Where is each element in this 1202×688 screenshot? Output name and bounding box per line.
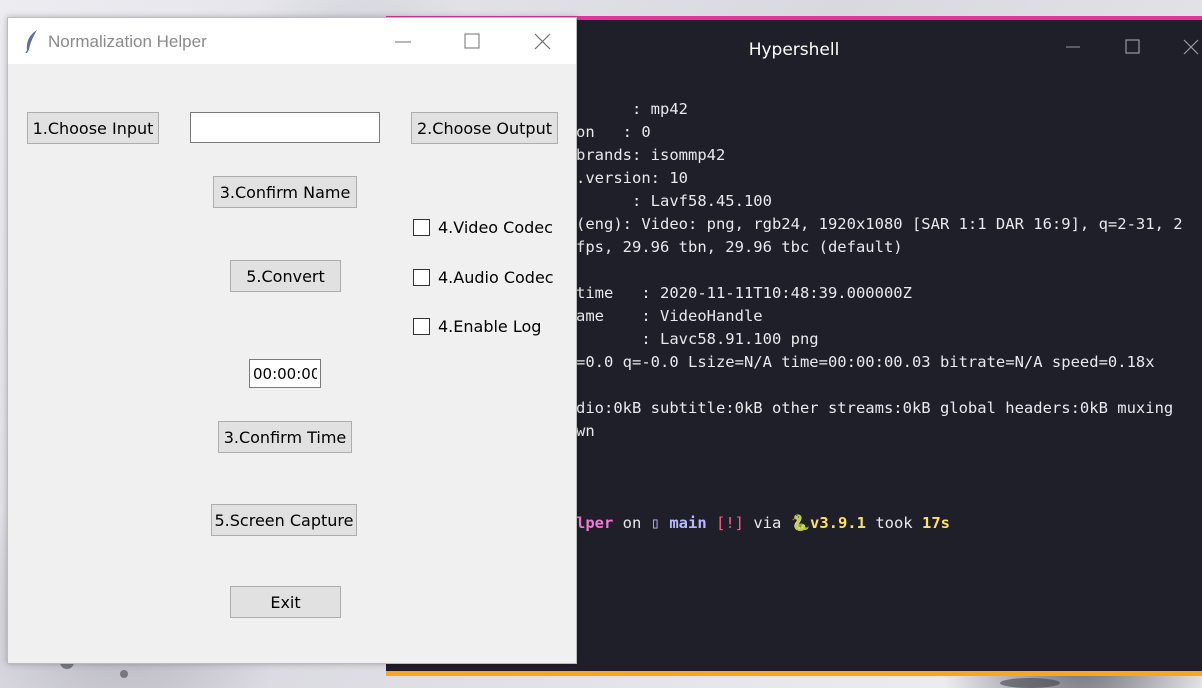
video-codec-label: 4.Video Codec [438,218,553,237]
choose-output-button[interactable]: 2.Choose Output [411,112,558,144]
prompt-duration: 17s [921,514,950,532]
python-icon: 🐍 [790,514,810,532]
checkbox-box[interactable] [413,219,430,236]
enable-log-label: 4.Enable Log [438,317,542,336]
checkbox-box[interactable] [413,269,430,286]
exit-button[interactable]: Exit [230,586,341,618]
terminal-line: : Lavc58.91.100 png [576,330,819,348]
prompt-via-text: via [744,514,791,532]
audio-codec-checkbox[interactable]: 4.Audio Codec [413,268,554,287]
prompt-on-text: on [613,514,651,532]
minimize-icon[interactable] [1058,34,1088,60]
close-icon[interactable] [1176,34,1202,60]
confirm-time-button[interactable]: 3.Confirm Time [218,421,352,453]
enable-log-checkbox[interactable]: 4.Enable Log [413,317,541,336]
convert-button[interactable]: 5.Convert [230,260,341,292]
screen-capture-button[interactable]: 5.Screen Capture [211,504,357,536]
minimize-icon[interactable] [388,30,418,56]
prompt-git-status: [!] [706,514,744,532]
feather-icon [22,29,42,54]
checkbox-box[interactable] [413,318,430,335]
confirm-name-button[interactable]: 3.Confirm Name [213,176,357,208]
dialog-title: Normalization Helper [48,32,207,51]
dialog-titlebar[interactable]: Normalization Helper [8,18,576,64]
normalization-helper-window[interactable]: Normalization Helper 1.Choose Input 2.Ch… [7,17,577,664]
terminal-line: fps, 29.96 tbn, 29.96 tbc (default) [576,238,903,256]
time-input[interactable] [249,359,321,388]
maximize-icon[interactable] [457,30,487,56]
terminal-line: : Lavf58.45.100 [576,192,772,210]
shell-prompt: lper on ▯ main [!] via 🐍v3.9.1 took 17s [576,514,950,532]
maximize-icon[interactable] [1117,34,1147,60]
git-branch-icon: ▯ [650,514,660,532]
terminal-line: brands: isommp42 [576,146,726,164]
prompt-took-text: took [865,514,922,532]
terminal-line: ame : VideoHandle [576,307,763,325]
prompt-directory: lper [576,514,614,532]
filename-input[interactable] [190,112,380,143]
audio-codec-label: 4.Audio Codec [438,268,554,287]
close-icon[interactable] [527,30,557,56]
terminal-line: (eng): Video: png, rgb24, 1920x1080 [SAR… [576,215,1183,233]
terminal-line: : mp42 [576,100,688,118]
choose-input-button[interactable]: 1.Choose Input [27,112,159,144]
terminal-line: .version: 10 [576,169,688,187]
terminal-line: time : 2020-11-11T10:48:39.000000Z [576,284,912,302]
terminal-line: dio:0kB subtitle:0kB other streams:0kB g… [576,399,1174,417]
prompt-branch: main [660,514,707,532]
prompt-python-version: v3.9.1 [809,514,866,532]
terminal-line: on : 0 [576,123,651,141]
terminal-line: wn [576,422,595,440]
video-codec-checkbox[interactable]: 4.Video Codec [413,218,553,237]
terminal-line: =0.0 q=-0.0 Lsize=N/A time=00:00:00.03 b… [576,353,1155,371]
